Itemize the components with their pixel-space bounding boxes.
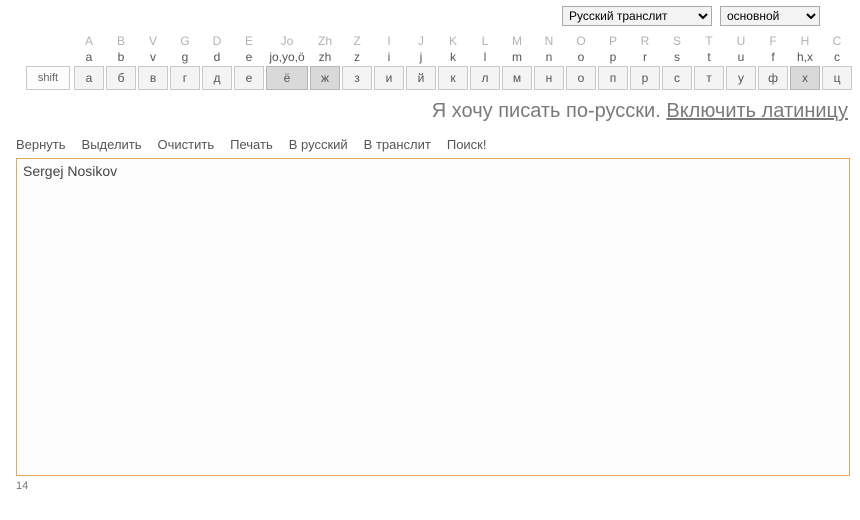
key-label-upper: A [74, 34, 104, 48]
key-label-lower: h,x [790, 50, 820, 64]
key-label-lower: zh [310, 50, 340, 64]
key-label-lower: d [202, 50, 232, 64]
action-Выделить[interactable]: Выделить [82, 137, 142, 152]
keyboard-cyrillic-row: shiftабвгдеёжзийклмнопрстуфхц [0, 66, 860, 90]
key-label-upper: F [758, 34, 788, 48]
char-counter: 14 [0, 478, 860, 492]
key-л[interactable]: л [470, 66, 500, 90]
key-х[interactable]: х [790, 66, 820, 90]
key-н[interactable]: н [534, 66, 564, 90]
key-label-upper: N [534, 34, 564, 48]
toggle-latin-link[interactable]: Включить латиницу [666, 100, 848, 122]
key-label-lower: e [234, 50, 264, 64]
action-Вернуть[interactable]: Вернуть [16, 137, 66, 152]
key-label-upper: C [822, 34, 852, 48]
key-label-lower: r [630, 50, 660, 64]
key-label-upper: P [598, 34, 628, 48]
translit-textarea[interactable]: Sergej Nosikov [16, 158, 850, 476]
key-label-upper: O [566, 34, 596, 48]
key-label-lower: m [502, 50, 532, 64]
key-б[interactable]: б [106, 66, 136, 90]
textarea-content: Sergej Nosikov [23, 163, 117, 179]
key-label-upper: G [170, 34, 200, 48]
key-label-upper: V [138, 34, 168, 48]
key-label-lower: g [170, 50, 200, 64]
top-controls: Русский транслит основной [0, 0, 860, 34]
key-а[interactable]: а [74, 66, 104, 90]
mode-select[interactable]: Русский транслит [562, 6, 712, 26]
key-label-upper: B [106, 34, 136, 48]
promo-line: Я хочу писать по-русски. Включить латини… [0, 90, 860, 135]
key-label-upper: E [234, 34, 264, 48]
action-В транслит[interactable]: В транслит [364, 137, 431, 152]
key-label-upper: T [694, 34, 724, 48]
key-label-lower: f [758, 50, 788, 64]
shift-key[interactable]: shift [26, 66, 70, 90]
key-р[interactable]: р [630, 66, 660, 90]
key-label-upper: D [202, 34, 232, 48]
key-label-upper: H [790, 34, 820, 48]
key-label-upper: I [374, 34, 404, 48]
key-о[interactable]: о [566, 66, 596, 90]
key-label-upper: Z [342, 34, 372, 48]
key-г[interactable]: г [170, 66, 200, 90]
key-с[interactable]: с [662, 66, 692, 90]
key-label-upper: U [726, 34, 756, 48]
virtual-keyboard: ABVGDEJoZhZIJKLMNOPRSTUFHC abvgdejo,yo,ö… [0, 34, 860, 66]
key-label-lower: b [106, 50, 136, 64]
key-ф[interactable]: ф [758, 66, 788, 90]
key-label-lower: c [822, 50, 852, 64]
key-и[interactable]: и [374, 66, 404, 90]
key-label-lower: a [74, 50, 104, 64]
key-label-lower: j [406, 50, 436, 64]
key-label-lower: k [438, 50, 468, 64]
action-В русский[interactable]: В русский [289, 137, 348, 152]
action-Очистить[interactable]: Очистить [158, 137, 215, 152]
key-label-lower: l [470, 50, 500, 64]
key-й[interactable]: й [406, 66, 436, 90]
key-label-upper: Zh [310, 34, 340, 48]
key-з[interactable]: з [342, 66, 372, 90]
key-label-lower: u [726, 50, 756, 64]
key-label-lower: v [138, 50, 168, 64]
key-label-lower: t [694, 50, 724, 64]
key-label-upper: S [662, 34, 692, 48]
key-ж[interactable]: ж [310, 66, 340, 90]
key-label-lower: jo,yo,ö [266, 50, 308, 64]
promo-text: Я хочу писать по-русски. [432, 100, 667, 122]
key-label-upper: K [438, 34, 468, 48]
key-label-lower: o [566, 50, 596, 64]
key-label-lower: i [374, 50, 404, 64]
action-Печать[interactable]: Печать [230, 137, 273, 152]
layout-select[interactable]: основной [720, 6, 820, 26]
key-label-lower: p [598, 50, 628, 64]
key-у[interactable]: у [726, 66, 756, 90]
key-п[interactable]: п [598, 66, 628, 90]
action-Поиск![interactable]: Поиск! [447, 137, 487, 152]
key-ц[interactable]: ц [822, 66, 852, 90]
key-label-upper: Jo [266, 34, 308, 48]
key-м[interactable]: м [502, 66, 532, 90]
key-ё[interactable]: ё [266, 66, 308, 90]
key-label-upper: R [630, 34, 660, 48]
key-label-lower: z [342, 50, 372, 64]
key-т[interactable]: т [694, 66, 724, 90]
key-е[interactable]: е [234, 66, 264, 90]
key-label-lower: s [662, 50, 692, 64]
key-в[interactable]: в [138, 66, 168, 90]
key-д[interactable]: д [202, 66, 232, 90]
key-label-upper: J [406, 34, 436, 48]
key-label-upper: M [502, 34, 532, 48]
key-к[interactable]: к [438, 66, 468, 90]
key-label-lower: n [534, 50, 564, 64]
action-bar: Вернуть Выделить Очистить Печать В русский В … [0, 135, 860, 156]
key-label-upper: L [470, 34, 500, 48]
